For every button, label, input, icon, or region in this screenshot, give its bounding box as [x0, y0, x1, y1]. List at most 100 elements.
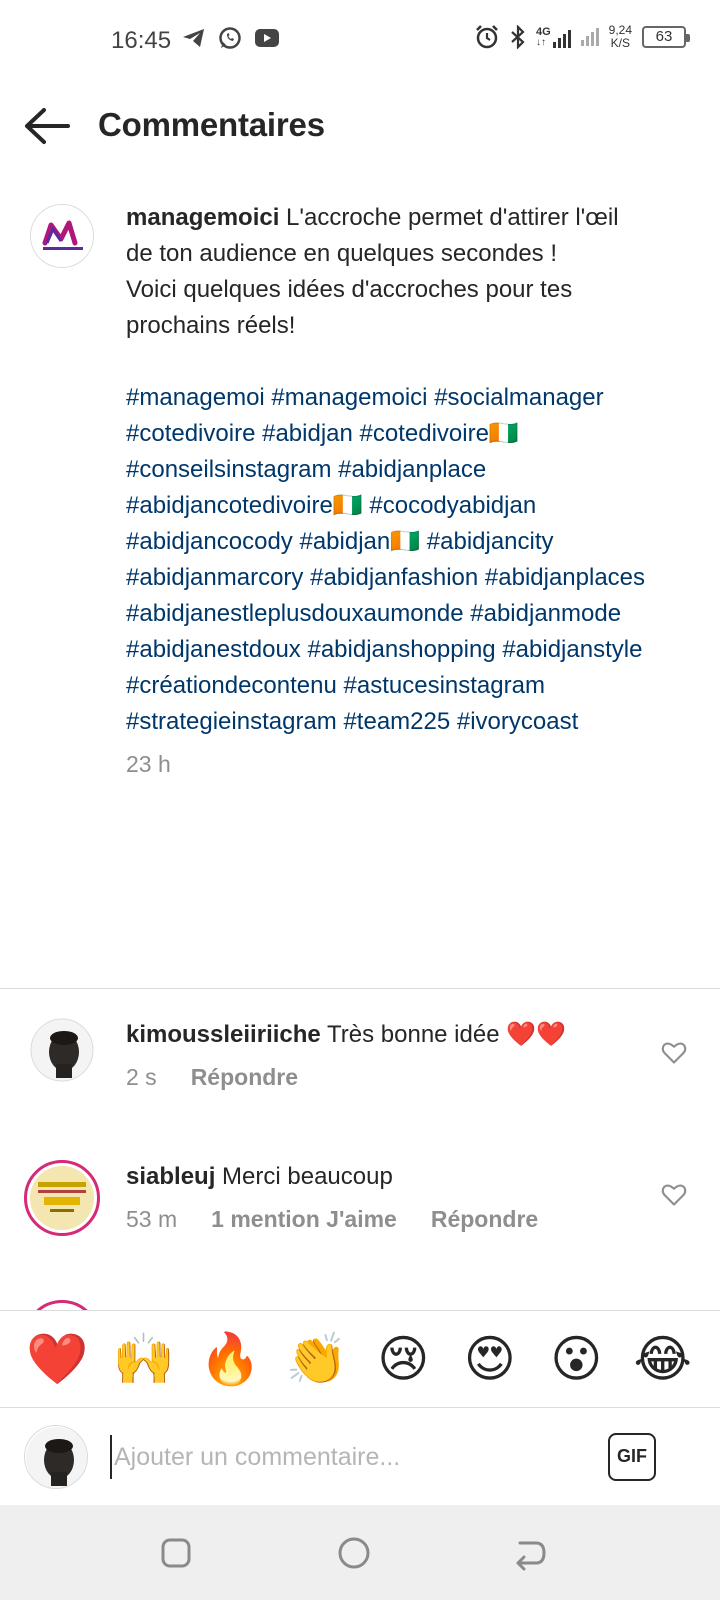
hashtag-list: #managemoi #managemoici #socialmanager #…	[126, 380, 646, 740]
reply-button[interactable]: Répondre	[191, 1060, 298, 1094]
back-arrow-icon[interactable]	[22, 106, 72, 146]
hashtag-link[interactable]: #abidjanstyle	[502, 636, 642, 663]
comment-input[interactable]	[110, 1435, 570, 1479]
back-nav-icon[interactable]	[512, 1535, 548, 1571]
hashtag-link[interactable]: #abidjanestdoux	[126, 636, 301, 663]
user-photo-icon	[30, 1018, 94, 1082]
comment-time: 53 m	[126, 1206, 178, 1232]
reply-button[interactable]: Répondre	[431, 1202, 538, 1236]
surprised-face-emoji-icon[interactable]: 😮	[544, 1327, 608, 1391]
like-heart-icon[interactable]	[660, 1038, 688, 1066]
hashtag-link[interactable]: #abidjanmode	[470, 600, 621, 627]
avatar[interactable]	[30, 1018, 94, 1082]
battery-icon: 63	[642, 26, 690, 48]
status-left-icons	[182, 26, 280, 50]
comment-username[interactable]: kimoussleiiriiche	[126, 1021, 321, 1048]
signal-bar	[595, 28, 599, 46]
hashtag-link[interactable]: #abidjancotedivoire🇨🇮	[126, 492, 363, 519]
hashtag-link[interactable]: #cotedivoire	[126, 420, 255, 447]
hashtag-link[interactable]: #abidjanfashion	[310, 564, 478, 591]
comment-input-bar: GIF	[0, 1409, 720, 1505]
signal-bar	[567, 29, 571, 48]
header: Commentaires	[0, 86, 720, 166]
hashtag-link[interactable]: #conseilsinstagram	[126, 456, 331, 483]
divider	[0, 988, 720, 989]
comment-body: kimoussleiiriiche Très bonne idée ❤️❤️ 2…	[126, 1018, 636, 1094]
network-type: 4G ↓↑	[535, 25, 551, 48]
caption-username[interactable]: managemoici	[126, 204, 279, 231]
comment-username[interactable]: siableuj	[126, 1163, 215, 1190]
network-arrows: ↓↑	[535, 36, 546, 48]
home-circle-icon[interactable]	[336, 1535, 372, 1571]
raising-hands-emoji-icon[interactable]: 🙌	[112, 1327, 176, 1391]
hashtag-link[interactable]: #abidjanmarcory	[126, 564, 303, 591]
network-label: 4G	[535, 25, 551, 38]
status-right: 4G ↓↑ 9,24 K/S 63	[474, 24, 690, 50]
youtube-icon	[255, 29, 279, 47]
status-time: 16:45	[111, 27, 172, 54]
hashtag-link[interactable]: #abidjan	[262, 420, 353, 447]
signal-bar	[557, 37, 561, 48]
comment-body: siableuj Merci beaucoup 53 m 1 mention J…	[126, 1160, 636, 1236]
red-heart-emoji-icon[interactable]: ❤️	[25, 1327, 89, 1391]
page-title: Commentaires	[98, 106, 325, 143]
hashtag-link[interactable]: #managemoi	[126, 384, 265, 411]
whatsapp-icon	[219, 27, 241, 49]
caption-timestamp: 23 h	[126, 751, 171, 777]
hashtag-link[interactable]: #managemoici	[271, 384, 427, 411]
comment-text: siableuj Merci beaucoup	[126, 1160, 636, 1194]
hashtag-link[interactable]: #strategieinstagram	[126, 708, 337, 735]
signal-weak-icon	[580, 28, 599, 46]
user-photo-icon	[26, 1427, 87, 1488]
signal-bar	[552, 41, 556, 48]
hashtag-link[interactable]: #astucesinstagram	[344, 672, 545, 699]
hashtag-link[interactable]: #socialmanager	[434, 384, 603, 411]
hashtag-link[interactable]: #abidjanplace	[338, 456, 486, 483]
hashtag-link[interactable]: #abidjancocody	[126, 528, 293, 555]
signal-bar	[590, 32, 594, 46]
gif-button[interactable]: GIF	[608, 1433, 656, 1481]
caption-paragraph: managemoici L'accroche permet d'attirer …	[126, 200, 646, 272]
status-bar: 16:45 4G ↓↑ 9,24 K/S 63	[0, 0, 720, 80]
tears-of-joy-emoji-icon[interactable]: 😂	[631, 1327, 695, 1391]
hashtag-link[interactable]: #cocodyabidjan	[369, 492, 536, 519]
like-heart-icon[interactable]	[660, 1180, 688, 1208]
system-nav-bar	[0, 1505, 720, 1600]
hashtag-link[interactable]: #cotedivoire🇨🇮	[360, 420, 519, 447]
comment-meta: 2 s Répondre	[126, 1060, 636, 1094]
alarm-icon	[476, 25, 498, 49]
signal-icon: 4G ↓↑	[535, 25, 571, 48]
managemoici-logo-icon	[31, 205, 93, 267]
hashtag-link[interactable]: #team225	[343, 708, 450, 735]
comment-message: Merci beaucoup	[215, 1163, 393, 1190]
heart-eyes-emoji-icon[interactable]: 😍	[458, 1327, 522, 1391]
bluetooth-icon	[511, 25, 525, 49]
hashtag-link[interactable]: #abidjanestleplusdouxaumonde	[126, 600, 464, 627]
signal-bar	[562, 33, 566, 48]
clapping-hands-emoji-icon[interactable]: 👏	[285, 1327, 349, 1391]
hashtag-link[interactable]: #abidjanshopping	[307, 636, 495, 663]
avatar[interactable]	[30, 204, 94, 268]
caption-text-line2: Voici quelques idées d'accroches pour te…	[126, 276, 573, 339]
network-speed: 9,24 K/S	[609, 24, 632, 50]
comment-text: kimoussleiiriiche Très bonne idée ❤️❤️	[126, 1018, 636, 1052]
recents-square-icon[interactable]	[158, 1535, 194, 1571]
hashtag-link[interactable]: #créationdecontenu	[126, 672, 337, 699]
speed-unit: K/S	[610, 36, 630, 50]
crying-face-emoji-icon[interactable]: 😢	[371, 1327, 435, 1391]
comment-meta: 53 m 1 mention J'aime Répondre	[126, 1202, 636, 1236]
caption-text: managemoici L'accroche permet d'attirer …	[126, 200, 646, 782]
current-user-avatar	[24, 1425, 88, 1489]
comment-time: 2 s	[126, 1064, 157, 1090]
telegram-icon	[183, 29, 204, 47]
story-avatar-icon	[30, 1166, 94, 1230]
comment-message: Très bonne idée ❤️❤️	[320, 1021, 566, 1048]
fire-emoji-icon[interactable]: 🔥	[198, 1327, 262, 1391]
signal-bar	[580, 40, 584, 46]
hashtag-link[interactable]: #abidjancity	[427, 528, 554, 555]
hashtag-link[interactable]: #abidjan🇨🇮	[299, 528, 420, 555]
likes-count-link[interactable]: 1 mention J'aime	[211, 1202, 397, 1236]
hashtag-link[interactable]: #abidjanplaces	[485, 564, 645, 591]
avatar-story-ring[interactable]	[24, 1160, 100, 1236]
hashtag-link[interactable]: #ivorycoast	[457, 708, 578, 735]
